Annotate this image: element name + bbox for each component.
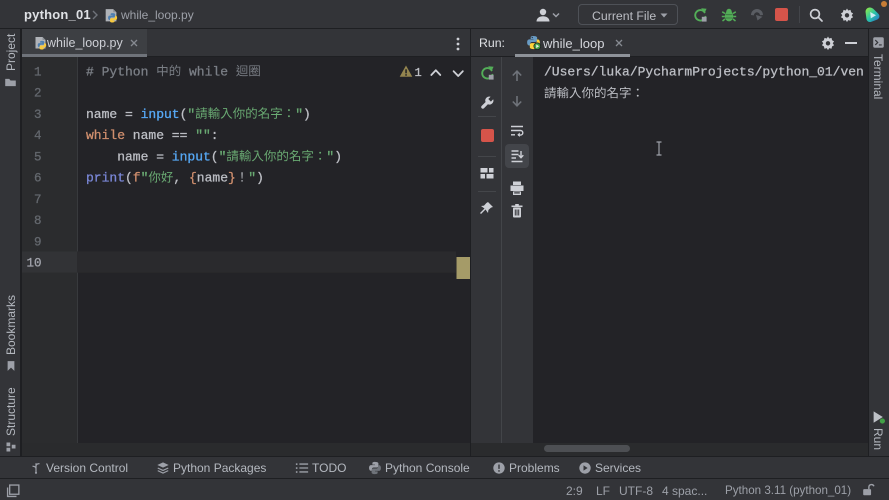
svg-text:10: 10 [26, 257, 41, 271]
svg-text:4: 4 [34, 129, 42, 143]
svg-text:": " [248, 171, 256, 186]
svg-text:input: input [141, 107, 180, 122]
svg-text:2: 2 [34, 87, 42, 101]
svg-text:while: while [86, 128, 125, 143]
svg-text:name: name [133, 128, 172, 143]
svg-text:": " [219, 149, 227, 164]
svg-text:7: 7 [34, 193, 42, 207]
svg-text:": " [187, 107, 195, 122]
svg-text:6: 6 [34, 172, 42, 186]
svg-text:(: ( [211, 149, 219, 164]
svg-text:8: 8 [34, 214, 42, 228]
svg-text:): ) [334, 149, 342, 164]
svg-text:==: == [172, 128, 195, 143]
svg-text:name =: name = [86, 107, 141, 122]
svg-text:1: 1 [415, 66, 422, 80]
svg-text:# Python: # Python [86, 64, 156, 79]
svg-text:(: ( [125, 171, 133, 186]
svg-text:": " [141, 171, 149, 186]
svg-text:": " [326, 149, 334, 164]
svg-text:): ) [256, 171, 264, 186]
svg-text:input: input [172, 149, 211, 164]
svg-text:9: 9 [34, 236, 42, 250]
svg-text:print: print [86, 171, 125, 186]
svg-text:while: while [181, 64, 236, 79]
svg-text:/Users/luka/PycharmProjects/py: /Users/luka/PycharmProjects/python_01/ve… [544, 64, 864, 79]
svg-text:"": "" [195, 128, 211, 143]
svg-text:": " [295, 107, 303, 122]
svg-text:f: f [133, 171, 141, 186]
svg-text:3: 3 [34, 108, 42, 122]
svg-text:,: , [173, 171, 189, 186]
svg-text:): ) [303, 107, 311, 122]
svg-text:1: 1 [34, 65, 42, 79]
svg-text::: : [211, 128, 219, 143]
svg-text:(: ( [180, 107, 188, 122]
svg-text:5: 5 [34, 150, 42, 164]
svg-text:{: { [189, 171, 197, 186]
svg-text:}: } [228, 171, 236, 186]
svg-text:name: name [197, 171, 228, 186]
svg-text:name =: name = [117, 149, 172, 164]
